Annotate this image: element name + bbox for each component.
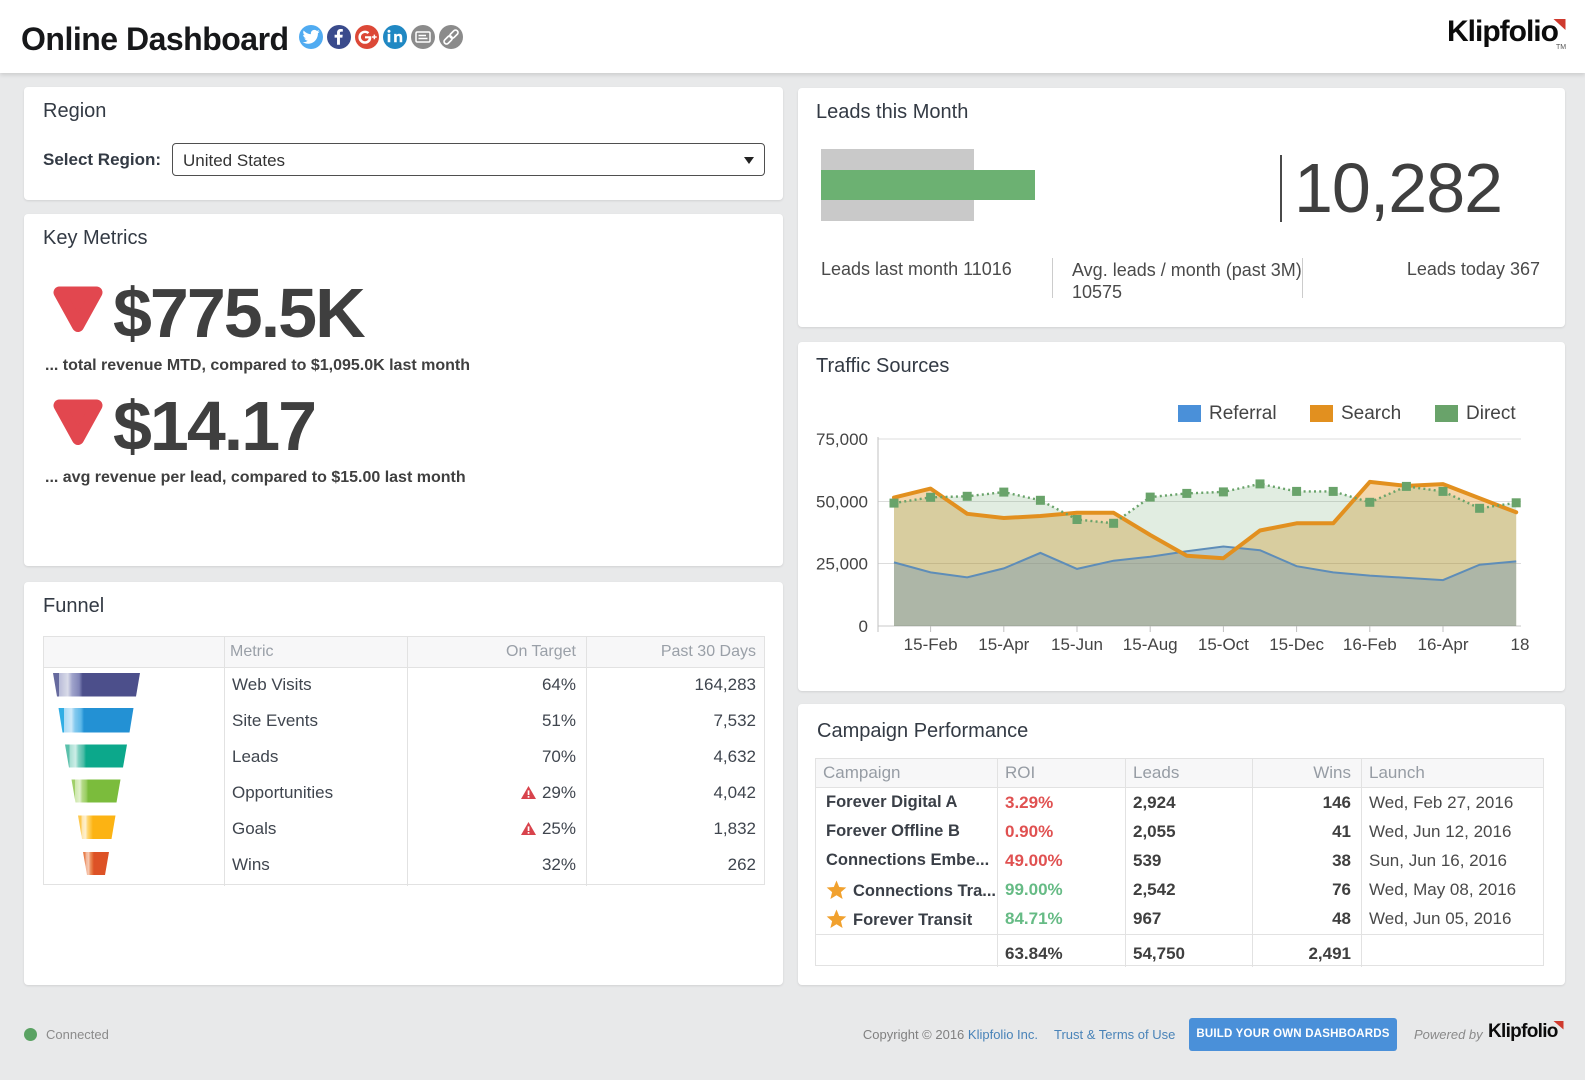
svg-text:15-Jun: 15-Jun (1051, 635, 1103, 654)
svg-text:15-Aug: 15-Aug (1123, 635, 1178, 654)
svg-text:15-Feb: 15-Feb (904, 635, 958, 654)
svg-text:25,000: 25,000 (816, 555, 868, 574)
svg-text:18: 18 (1511, 635, 1530, 654)
svg-text:16-Feb: 16-Feb (1343, 635, 1397, 654)
svg-text:50,000: 50,000 (816, 493, 868, 512)
svg-text:16-Apr: 16-Apr (1417, 635, 1468, 654)
svg-text:15-Dec: 15-Dec (1269, 635, 1324, 654)
svg-text:15-Oct: 15-Oct (1198, 635, 1249, 654)
svg-text:0: 0 (859, 617, 868, 636)
svg-text:75,000: 75,000 (816, 430, 868, 449)
svg-text:15-Apr: 15-Apr (978, 635, 1029, 654)
